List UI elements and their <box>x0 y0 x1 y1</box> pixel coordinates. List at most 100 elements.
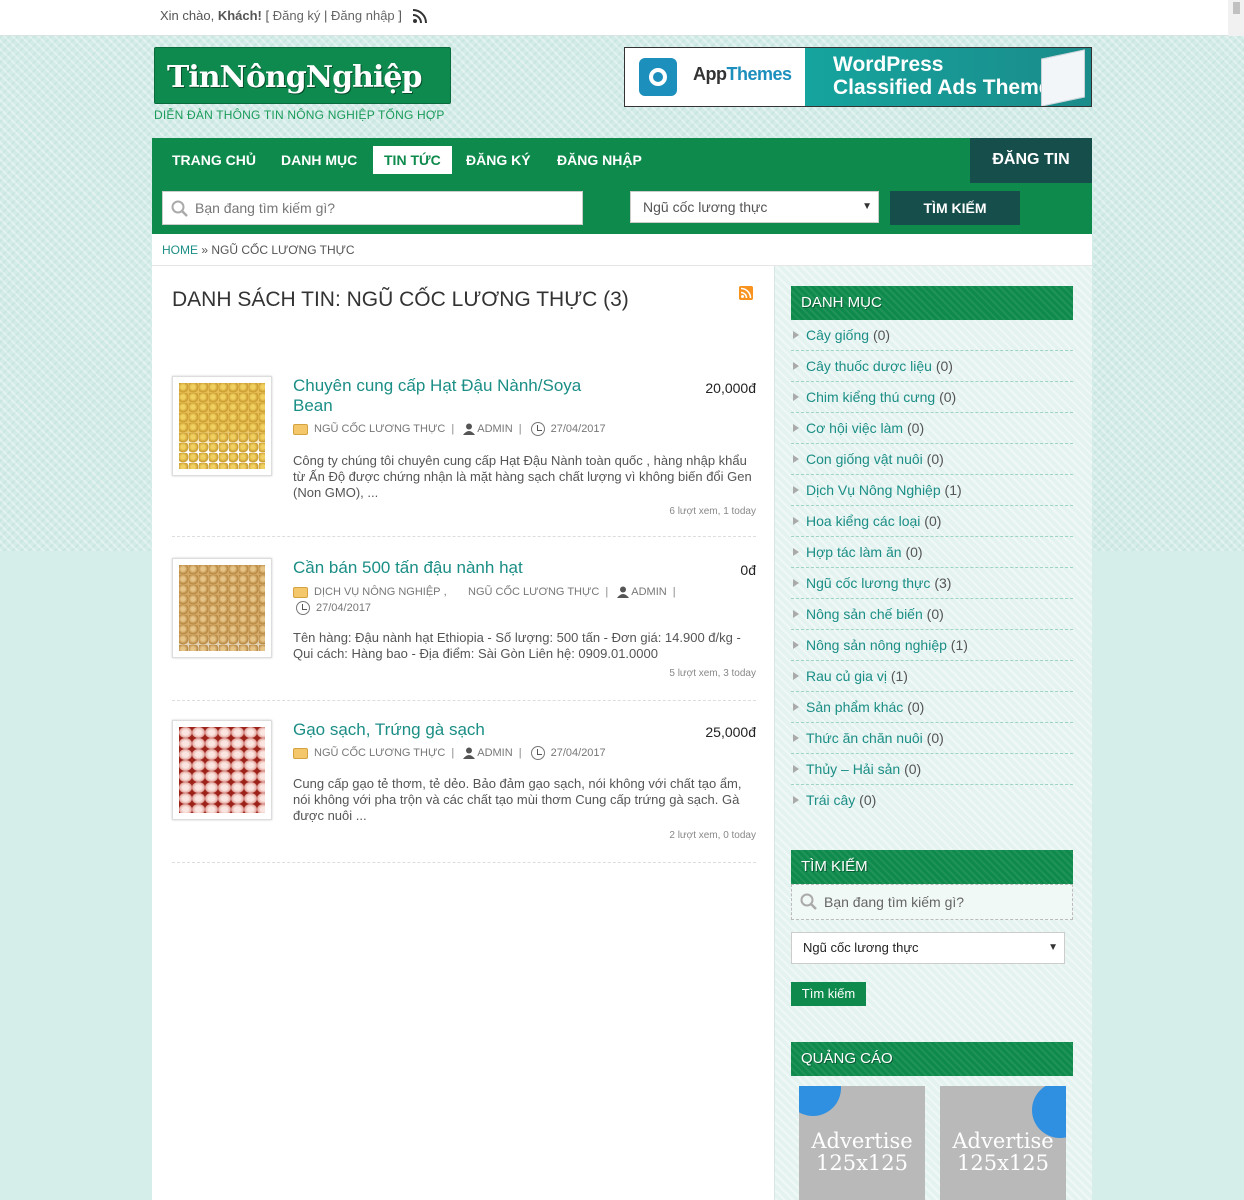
listing-thumbnail[interactable] <box>172 558 272 658</box>
category-link[interactable]: Sản phẩm khác <box>806 699 903 715</box>
category-item[interactable]: Thức ăn chăn nuôi (0) <box>791 723 1073 754</box>
category-link[interactable]: Dịch Vụ Nông Nghiệp <box>806 482 941 498</box>
soybean-image <box>179 383 265 469</box>
category-link[interactable]: Con giống vật nuôi <box>806 451 923 467</box>
post-listing-button[interactable]: ĐĂNG TIN <box>970 138 1092 183</box>
listing-price: 0đ <box>740 562 756 578</box>
ad-text-line2: 125x125 <box>956 1151 1049 1175</box>
category-item[interactable]: Cây giống (0) <box>791 320 1073 351</box>
nav-item-categories[interactable]: DANH MỤC <box>270 146 368 174</box>
banner-brand-area: AppThemes <box>625 48 805 106</box>
category-item[interactable]: Hoa kiểng các loại (0) <box>791 506 1073 537</box>
listing-stats: 2 lượt xem, 0 today <box>669 830 756 841</box>
category-item[interactable]: Sản phẩm khác (0) <box>791 692 1073 723</box>
listing-category-link[interactable]: NGŨ CỐC LƯƠNG THỰC <box>314 747 445 759</box>
category-link[interactable]: Hợp tác làm ăn <box>806 544 902 560</box>
category-item[interactable]: Cơ hội việc làm (0) <box>791 413 1073 444</box>
listing-category-link[interactable]: NGŨ CỐC LƯƠNG THỰC <box>314 423 445 435</box>
register-link[interactable]: Đăng ký <box>273 8 321 23</box>
sidebar-category-select[interactable]: Ngũ cốc lương thực ▼ <box>791 932 1065 964</box>
ad-text-line1: Advertise <box>952 1129 1054 1153</box>
user-icon <box>463 747 476 759</box>
site-tagline: DIỄN ĐÀN THÔNG TIN NÔNG NGHIỆP TỔNG HỢP <box>154 108 445 122</box>
category-link[interactable]: Nông sản chế biến <box>806 606 923 622</box>
user-icon <box>463 423 476 435</box>
category-item[interactable]: Nông sản nông nghiệp (1) <box>791 630 1073 661</box>
ad-placeholder[interactable]: Advertise 125x125 <box>799 1086 925 1200</box>
ad-placeholder[interactable]: Advertise 125x125 <box>940 1086 1066 1200</box>
nav-item-login[interactable]: ĐĂNG NHẬP <box>546 146 653 174</box>
rss-icon[interactable] <box>411 9 427 25</box>
scrollbar-thumb[interactable] <box>1233 2 1240 14</box>
listing-price: 20,000đ <box>705 380 756 396</box>
search-bar: Bạn đang tìm kiếm gì? Ngũ cốc lương thực… <box>152 183 1092 234</box>
category-select[interactable]: Ngũ cốc lương thực ▼ <box>630 191 879 223</box>
category-count: (1) <box>950 637 968 653</box>
category-count: (0) <box>939 389 957 405</box>
category-link[interactable]: Trái cây <box>806 792 855 808</box>
listing-category-link-2[interactable]: NGŨ CỐC LƯƠNG THỰC <box>468 586 599 598</box>
category-item[interactable]: Nông sản chế biến (0) <box>791 599 1073 630</box>
category-item[interactable]: Hợp tác làm ăn (0) <box>791 537 1073 568</box>
category-item[interactable]: Trái cây (0) <box>791 785 1073 816</box>
category-count: (0) <box>924 513 942 529</box>
ad-text: Advertise 125x125 <box>799 1130 925 1174</box>
listing-author[interactable]: ADMIN <box>631 586 666 598</box>
category-item[interactable]: Rau củ gia vị (1) <box>791 661 1073 692</box>
category-link[interactable]: Thủy – Hải sản <box>806 761 900 777</box>
logo-text: TinNôngNghiệp <box>167 60 422 95</box>
sidebar-search-placeholder: Bạn đang tìm kiếm gì? <box>824 894 965 910</box>
listing-divider <box>172 536 756 537</box>
category-item[interactable]: Cây thuốc dược liệu (0) <box>791 351 1073 382</box>
listing-author[interactable]: ADMIN <box>477 423 512 435</box>
category-link[interactable]: Cây thuốc dược liệu <box>806 358 932 374</box>
listing-author[interactable]: ADMIN <box>477 747 512 759</box>
search-button[interactable]: TÌM KIẾM <box>890 191 1020 225</box>
sidebar-search-input[interactable]: Bạn đang tìm kiếm gì? <box>791 884 1073 920</box>
folder-icon <box>293 747 308 759</box>
ad-text: Advertise 125x125 <box>940 1130 1066 1174</box>
category-link[interactable]: Chim kiểng thú cưng <box>806 389 935 405</box>
category-link[interactable]: Cây giống <box>806 327 869 343</box>
scrollbar[interactable] <box>1228 0 1244 36</box>
clock-icon <box>530 422 545 436</box>
category-item[interactable]: Thủy – Hải sản (0) <box>791 754 1073 785</box>
category-select-value: Ngũ cốc lương thực <box>643 199 768 215</box>
listing-title[interactable]: Gạo sạch, Trứng gà sạch <box>293 720 613 740</box>
category-link[interactable]: Ngũ cốc lương thực <box>806 575 930 591</box>
user-icon <box>617 586 630 599</box>
ads-heading: QUẢNG CÁO <box>791 1042 1073 1076</box>
category-item[interactable]: Dịch Vụ Nông Nghiệp (1) <box>791 475 1073 506</box>
nav-item-register[interactable]: ĐĂNG KÝ <box>455 146 542 174</box>
listing-category-link[interactable]: DỊCH VỤ NÔNG NGHIỆP <box>314 586 441 598</box>
site-logo[interactable]: TinNôngNghiệp <box>154 47 451 104</box>
nav-item-home[interactable]: TRANG CHỦ <box>161 146 267 174</box>
rss-feed-icon[interactable] <box>739 286 753 300</box>
sidebar-search-button[interactable]: Tìm kiếm <box>791 982 866 1006</box>
category-link[interactable]: Hoa kiểng các loại <box>806 513 920 529</box>
category-item[interactable]: Con giống vật nuôi (0) <box>791 444 1073 475</box>
category-count: (0) <box>926 730 944 746</box>
breadcrumb-home-link[interactable]: HOME <box>162 243 198 257</box>
category-link[interactable]: Rau củ gia vị <box>806 668 887 684</box>
category-item[interactable]: Ngũ cốc lương thực (3) <box>791 568 1073 599</box>
listing-item: Chuyên cung cấp Hạt Đậu Nành/Soya Bean 2… <box>172 376 756 526</box>
dropdown-arrow-icon: ▼ <box>1048 942 1058 953</box>
listing-meta: NGŨ CỐC LƯƠNG THỰC | ADMIN | 27/04/2017 <box>293 746 763 760</box>
category-item[interactable]: Chim kiểng thú cưng (0) <box>791 382 1073 413</box>
listing-title[interactable]: Cần bán 500 tấn đậu nành hạt <box>293 558 613 578</box>
category-link[interactable]: Thức ăn chăn nuôi <box>806 730 923 746</box>
header-banner-ad[interactable]: AppThemes WordPress Classified Ads Theme <box>624 47 1092 107</box>
listing-item: Cần bán 500 tấn đậu nành hạt 0đ DỊCH VỤ … <box>172 558 756 688</box>
clock-icon <box>296 601 310 616</box>
login-link[interactable]: Đăng nhập <box>331 8 395 23</box>
listing-thumbnail[interactable] <box>172 720 272 820</box>
category-link[interactable]: Nông sản nông nghiệp <box>806 637 947 653</box>
nav-item-news[interactable]: TIN TỨC <box>373 146 452 174</box>
listing-stats: 6 lượt xem, 1 today <box>669 506 756 517</box>
listing-thumbnail[interactable] <box>172 376 272 476</box>
listing-title[interactable]: Chuyên cung cấp Hạt Đậu Nành/Soya Bean <box>293 376 613 416</box>
category-link[interactable]: Cơ hội việc làm <box>806 420 903 436</box>
sidebar-category-value: Ngũ cốc lương thực <box>803 940 919 955</box>
search-input[interactable]: Bạn đang tìm kiếm gì? <box>162 191 583 225</box>
